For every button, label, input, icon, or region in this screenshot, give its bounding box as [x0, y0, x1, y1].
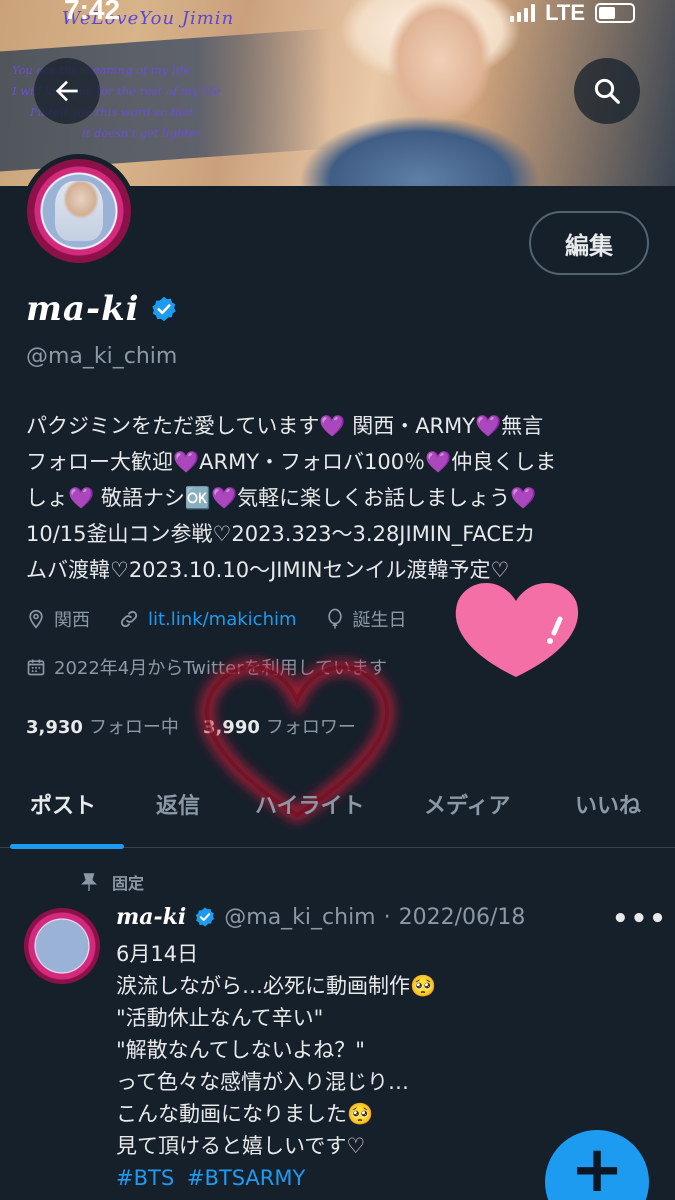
hashtag-link[interactable]: #BTS [116, 1166, 174, 1190]
following-count: 3,930 [26, 717, 83, 738]
heart-sticker [455, 582, 579, 677]
followers-label: フォロワー [265, 717, 356, 738]
display-name-text: ma-ki [26, 289, 140, 329]
status-time: 7:42 [64, 0, 121, 25]
profile-link[interactable]: lit.link/makichim [148, 609, 297, 630]
following-label: フォロー中 [88, 717, 179, 738]
tweet-author-name[interactable]: ma-ki [116, 904, 186, 930]
status-indicators: LTE [510, 0, 635, 26]
tab-highlights[interactable]: ハイライト [255, 788, 365, 820]
joined-text: 2022年4月からTwitterを利用しています [54, 658, 388, 679]
tab-media[interactable]: メディア [424, 788, 510, 820]
calendar-icon [27, 659, 45, 676]
tweet-author-handle: @ma_ki_chim [224, 904, 376, 930]
tweet-line: 見て頂けると嬉しいです♡ [116, 1134, 366, 1158]
edit-profile-button[interactable]: 編集 [529, 211, 649, 275]
birthday-text: 誕生日 [352, 610, 407, 631]
profile-bio: パクジミンをただ愛しています💜 関西・ARMY💜無言 フォロー大歓迎💜ARMY・… [26, 414, 557, 582]
verified-badge-icon [196, 907, 215, 927]
pinned-indicator: 固定 [80, 870, 144, 894]
active-tab-indicator [10, 844, 124, 849]
tab-posts[interactable]: ポスト [30, 788, 96, 820]
display-name: ma-ki [26, 289, 178, 329]
following-link[interactable]: 3,930 フォロー中 [26, 713, 179, 739]
arrow-left-icon [55, 80, 78, 102]
network-label: LTE [545, 0, 585, 25]
location-text: 関西 [54, 610, 90, 631]
search-button[interactable] [574, 58, 640, 124]
profile-tabs: ポスト 返信 ハイライト メディア いいね [0, 770, 675, 849]
tab-replies[interactable]: 返信 [156, 788, 200, 820]
location-pin-icon [29, 609, 43, 629]
joined-row: 2022年4月からTwitterを利用しています [26, 654, 415, 680]
profile-handle: @ma_ki_chim [26, 344, 178, 369]
tweet-line: こんな動画になりました🥺 [116, 1102, 374, 1126]
tweet-line: "活動休止なんて辛い" [116, 1006, 324, 1030]
joined-item: 2022年4月からTwitterを利用しています [26, 654, 387, 680]
banner-photo [300, 0, 600, 186]
tweet-separator: · [383, 904, 391, 930]
tweet-avatar[interactable] [24, 908, 100, 984]
verified-badge-icon [151, 296, 176, 322]
battery-icon [595, 3, 635, 23]
plus-icon: + [570, 1133, 624, 1200]
back-button[interactable] [34, 58, 100, 124]
followers-count: 3,990 [202, 717, 260, 738]
pin-icon [81, 873, 97, 891]
tab-likes[interactable]: いいね [575, 788, 641, 820]
tweet-date[interactable]: 2022/06/18 [399, 905, 526, 930]
profile-avatar[interactable] [22, 154, 136, 268]
link-icon [120, 610, 138, 628]
tweet-text: 6月14日 涙流しながら…必死に動画制作🥺 "活動休止なんて辛い" "解散なんて… [116, 938, 436, 1194]
tweet-line: 涙流しながら…必死に動画制作🥺 [116, 974, 437, 998]
compose-button[interactable]: + [545, 1130, 649, 1200]
tweet-header: ma-ki @ma_ki_chim · 2022/06/18 [116, 904, 525, 930]
more-options-button[interactable]: ••• [612, 904, 668, 934]
banner-quote-line: it doesn't get lighter [82, 126, 202, 140]
tweet-line: って色々な感情が入り混じり… [116, 1070, 409, 1094]
follow-counts: 3,930 フォロー中 3,990 フォロワー [26, 713, 356, 739]
followers-link[interactable]: 3,990 フォロワー [203, 713, 356, 739]
signal-icon [510, 4, 536, 22]
tweet-line: 6月14日 [116, 942, 199, 966]
search-icon [594, 78, 620, 104]
pinned-label: 固定 [112, 874, 145, 893]
avatar [27, 159, 131, 263]
link-item[interactable]: lit.link/makichim [118, 608, 297, 630]
tweet-hashtags: #BTS #BTSARMY [116, 1162, 436, 1194]
profile-meta: 関西 lit.link/makichim 誕生日 [26, 606, 435, 632]
balloon-icon [327, 608, 342, 629]
birthday-item: 誕生日 [325, 606, 407, 632]
location-item: 関西 [26, 606, 90, 632]
tweet-line: "解散なんてしないよね？" [116, 1038, 365, 1062]
hashtag-link[interactable]: #BTSARMY [187, 1166, 305, 1190]
